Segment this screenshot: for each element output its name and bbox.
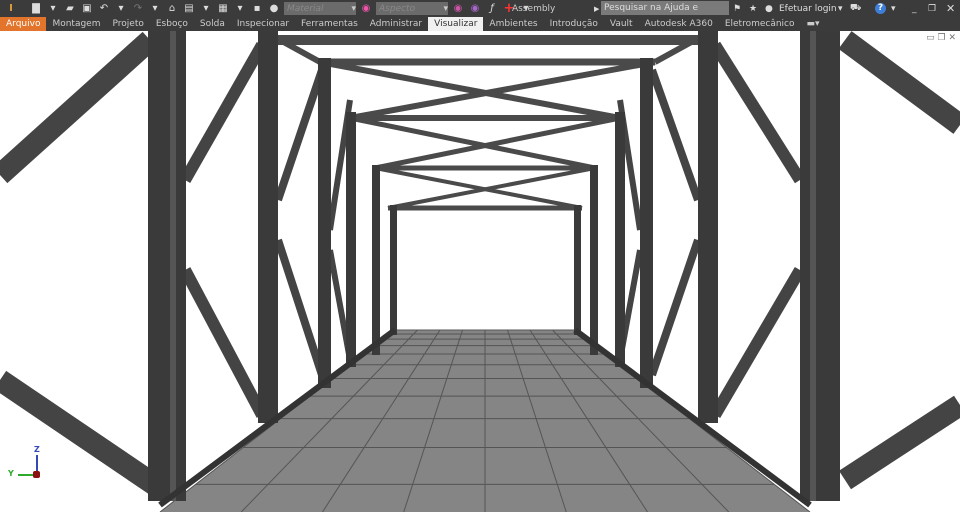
home-icon[interactable]: ⌂ [165,2,179,16]
new-file-icon[interactable]: ▇ [29,2,43,16]
ribbon-tabs: Arquivo Montagem Projeto Esboço Solda In… [0,17,960,31]
title-bar: I ▇ ▾ ▰ ▣ ↶ ▾ ↷ ▾ ⌂ ▤ ▾ ▦ ▾ ▪ ● Material ▾ ◉ A… [0,0,960,17]
tab-esboco[interactable]: Esboço [150,17,194,31]
chevron-down-icon: ▾ [351,3,356,14]
appearance-select[interactable]: Aspecto ▾ [376,2,448,15]
tab-introducao[interactable]: Introdução [544,17,604,31]
tab-vault[interactable]: Vault [604,17,639,31]
minimize-window-button[interactable]: _ [912,4,917,14]
material-select[interactable]: Material ▾ [284,2,356,15]
viewport-restore-button[interactable]: ❐ [938,33,946,43]
dropdown-icon[interactable]: ▾ [838,4,843,14]
appearance-icon[interactable]: ◉ [359,2,373,16]
cart-icon[interactable]: ⛟ [850,3,861,14]
graphics-viewport[interactable]: ▭ ❐ ✕ Z Y [0,31,960,513]
communication-icon[interactable]: ⚑ [733,4,741,14]
y-axis-label: Y [8,469,14,478]
login-button[interactable]: Efetuar login [779,4,837,14]
dropdown-icon[interactable]: ▾ [148,2,162,16]
tab-solda[interactable]: Solda [194,17,231,31]
undo-icon[interactable]: ↶ [97,2,111,16]
search-expand-icon[interactable]: ▶ [594,5,599,13]
viewport-window-controls: ▭ ❐ ✕ [926,33,956,43]
tab-ferramentas[interactable]: Ferramentas [295,17,364,31]
clear-appearance-icon[interactable]: ◉ [468,2,482,16]
dropdown-icon[interactable]: ▾ [233,2,247,16]
redo-icon[interactable]: ↷ [131,2,145,16]
tab-projeto[interactable]: Projeto [107,17,150,31]
material-placeholder: Material [287,3,324,14]
dropdown-icon[interactable]: ▾ [891,4,896,14]
open-folder-icon[interactable]: ▰ [63,2,77,16]
dropdown-icon[interactable]: ▾ [46,2,60,16]
viewport-minimize-button[interactable]: ▭ [926,33,935,43]
save-icon[interactable]: ▣ [80,2,94,16]
appearance-placeholder: Aspecto [379,3,416,14]
viewport-close-button[interactable]: ✕ [948,33,956,43]
x-axis-origin [33,471,40,478]
help-search-input[interactable]: Pesquisar na Ajuda e comandos... [601,1,729,15]
tab-ambientes[interactable]: Ambientes [483,17,543,31]
user-icon[interactable]: ● [765,4,773,14]
restore-window-button[interactable]: ❐ [928,4,936,14]
help-icon[interactable]: ? [875,3,886,14]
chevron-down-icon: ▾ [443,3,448,14]
inventor-logo[interactable]: I [4,2,18,16]
tab-arquivo[interactable]: Arquivo [0,17,47,31]
dropdown-icon[interactable]: ▾ [114,2,128,16]
favorites-icon[interactable]: ★ [749,4,757,14]
tab-inspecionar[interactable]: Inspecionar [231,17,295,31]
tab-visualizar[interactable]: Visualizar [428,17,484,31]
tab-eletromecanico[interactable]: Eletromecânico [719,17,801,31]
parameters-icon[interactable]: ƒ [485,2,499,16]
ribbon-display-toggle[interactable]: ▬▾ [801,17,826,31]
close-window-button[interactable]: ✕ [946,2,955,15]
dropdown-icon[interactable]: ▾ [199,2,213,16]
tab-autodesk-a360[interactable]: Autodesk A360 [639,17,719,31]
properties-icon[interactable]: ▪ [250,2,264,16]
update-icon[interactable]: ▤ [182,2,196,16]
tab-administrar[interactable]: Administrar [364,17,428,31]
adjust-appearance-icon[interactable]: ◉ [451,2,465,16]
document-title: Assembly [512,3,556,14]
select-icon[interactable]: ▦ [216,2,230,16]
tab-montagem[interactable]: Montagem [46,17,106,31]
z-axis-label: Z [34,445,40,454]
sphere-icon[interactable]: ● [267,2,281,16]
bridge-truss-model [0,31,960,513]
axis-triad: Z Y [6,443,46,483]
